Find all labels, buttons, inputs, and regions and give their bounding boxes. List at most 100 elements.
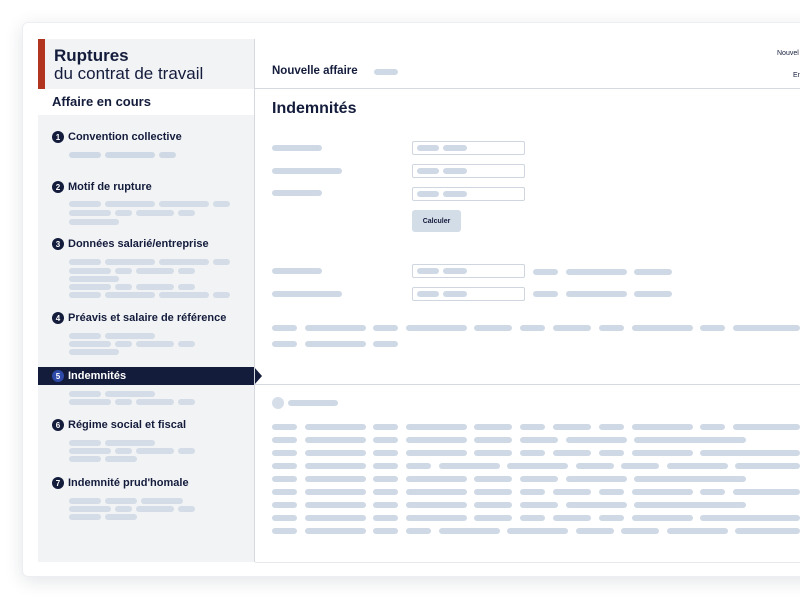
step-label: Indemnité prud'homale — [68, 477, 189, 489]
placeholder-line — [69, 292, 101, 298]
step-label: Préavis et salaire de référence — [68, 312, 227, 324]
text-placeholder — [553, 325, 591, 331]
placeholder-line — [115, 341, 132, 347]
text-placeholder — [735, 528, 800, 534]
input-value-placeholder — [443, 291, 467, 297]
placeholder-line — [159, 259, 209, 265]
text-placeholder — [373, 424, 398, 430]
placeholder-line — [178, 341, 195, 347]
result-placeholder — [533, 269, 558, 275]
text-placeholder — [735, 463, 800, 469]
placeholder-line — [115, 284, 132, 290]
text-placeholder — [373, 502, 398, 508]
text-placeholder — [634, 476, 746, 482]
result-placeholder — [634, 291, 672, 297]
text-placeholder — [700, 450, 800, 456]
input-value-placeholder — [443, 268, 467, 274]
placeholder-line — [69, 448, 111, 454]
text-placeholder — [520, 325, 545, 331]
placeholder-line — [69, 349, 119, 355]
placeholder-line — [136, 506, 174, 512]
text-placeholder — [632, 515, 693, 521]
text-placeholder — [439, 463, 500, 469]
text-placeholder — [272, 437, 297, 443]
text-placeholder — [406, 325, 467, 331]
text-placeholder — [406, 502, 467, 508]
step-label: Indemnités — [68, 370, 127, 382]
placeholder-line — [178, 399, 195, 405]
text-placeholder — [272, 424, 297, 430]
sidebar-step-indemnites[interactable]: 5 Indemnités — [52, 370, 126, 382]
placeholder-line — [105, 440, 155, 446]
placeholder-line — [213, 201, 230, 207]
text-placeholder — [305, 528, 366, 534]
form-input[interactable] — [412, 164, 525, 178]
text-placeholder — [305, 515, 366, 521]
brand-accent-bar — [38, 39, 45, 89]
text-placeholder — [272, 341, 297, 347]
placeholder-line — [178, 448, 195, 454]
text-placeholder — [305, 489, 366, 495]
input-value-placeholder — [443, 168, 467, 174]
header-right-bottom[interactable]: En — [793, 72, 800, 79]
text-placeholder — [439, 528, 500, 534]
sidebar-step-motif-de-rupture[interactable]: 2 Motif de rupture — [52, 181, 152, 193]
placeholder-line — [136, 448, 174, 454]
step-number: 1 — [52, 131, 64, 143]
placeholder-line — [69, 399, 111, 405]
input-value-placeholder — [417, 168, 439, 174]
placeholder-line — [105, 292, 155, 298]
text-placeholder — [632, 450, 693, 456]
text-placeholder — [373, 528, 398, 534]
input-value-placeholder — [443, 191, 467, 197]
sidebar-divider — [254, 39, 255, 562]
text-placeholder — [667, 528, 728, 534]
form-input[interactable] — [412, 287, 525, 301]
text-placeholder — [566, 502, 627, 508]
text-placeholder — [576, 528, 614, 534]
placeholder-line — [69, 440, 101, 446]
step-label: Données salarié/entreprise — [68, 238, 209, 250]
sidebar-step-convention-collective[interactable]: 1 Convention collective — [52, 131, 182, 143]
step-number: 3 — [52, 238, 64, 250]
step-number: 6 — [52, 419, 64, 431]
text-placeholder — [272, 450, 297, 456]
text-placeholder — [632, 489, 693, 495]
sidebar-step-donnees-salarie[interactable]: 3 Données salarié/entreprise — [52, 238, 209, 250]
text-placeholder — [553, 450, 591, 456]
section-divider — [255, 384, 800, 385]
sidebar-step-preavis[interactable]: 4 Préavis et salaire de référence — [52, 312, 226, 324]
form-input[interactable] — [412, 187, 525, 201]
text-placeholder — [520, 424, 545, 430]
text-placeholder — [373, 515, 398, 521]
header-right-top[interactable]: Nouvel — [777, 50, 799, 57]
placeholder-line — [69, 219, 119, 225]
text-placeholder — [272, 476, 297, 482]
text-placeholder — [520, 450, 545, 456]
text-placeholder — [406, 515, 467, 521]
input-value-placeholder — [417, 291, 439, 297]
step-number: 4 — [52, 312, 64, 324]
text-placeholder — [272, 515, 297, 521]
placeholder-line — [159, 201, 209, 207]
text-placeholder — [733, 424, 800, 430]
text-placeholder — [599, 489, 624, 495]
placeholder-line — [213, 292, 230, 298]
text-placeholder — [373, 489, 398, 495]
sidebar-step-indemnite-prudhomale[interactable]: 7 Indemnité prud'homale — [52, 477, 189, 489]
text-placeholder — [632, 325, 693, 331]
calculate-button[interactable]: Calculer — [412, 210, 461, 232]
placeholder-line — [105, 456, 137, 462]
text-placeholder — [272, 325, 297, 331]
placeholder-line — [69, 268, 111, 274]
placeholder-line — [69, 498, 101, 504]
form-input[interactable] — [412, 264, 525, 278]
placeholder-line — [136, 341, 174, 347]
text-placeholder — [700, 489, 725, 495]
step-number: 2 — [52, 181, 64, 193]
text-placeholder — [406, 437, 467, 443]
placeholder-line — [115, 448, 132, 454]
sidebar-step-regime-social[interactable]: 6 Régime social et fiscal — [52, 419, 186, 431]
form-input[interactable] — [412, 141, 525, 155]
text-placeholder — [272, 463, 297, 469]
